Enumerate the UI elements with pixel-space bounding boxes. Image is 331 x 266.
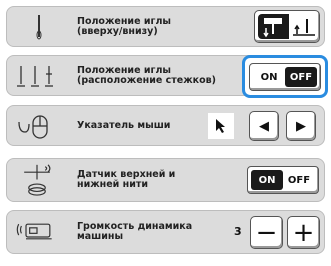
volume-decrease-button[interactable]: − xyxy=(250,216,283,249)
mouse-icon xyxy=(13,110,61,143)
speaker-icon xyxy=(13,215,61,248)
minus-icon: − xyxy=(255,217,278,248)
thread-sensor-toggle[interactable]: ON OFF xyxy=(247,166,319,194)
thread-sensor-label: Датчик верхней и нижней нити xyxy=(77,169,176,190)
volume-increase-button[interactable]: + xyxy=(287,216,320,249)
pointer-next-button[interactable]: ▶ xyxy=(286,111,316,141)
needle-stop-position-icon xyxy=(13,60,61,93)
selection-highlight: ON OFF xyxy=(242,55,328,98)
needle-up-down-button[interactable] xyxy=(254,10,320,43)
needle-position-row: Положение иглы (вверху/внизу) xyxy=(6,6,325,47)
triangle-left-icon: ◀ xyxy=(259,118,269,134)
needle-position-label: Положение иглы (вверху/внизу) xyxy=(77,15,171,37)
needle-up-icon xyxy=(258,14,289,39)
needle-stop-toggle[interactable]: ON OFF xyxy=(249,63,321,91)
needle-stop-position-label: Положение иглы (расположение стежков) xyxy=(77,64,216,86)
needle-stop-off-button[interactable]: OFF xyxy=(285,67,317,87)
cursor-arrow-icon xyxy=(216,119,225,133)
speaker-volume-label: Громкость динамика машины xyxy=(77,221,193,242)
thread-sensor-off-button[interactable]: OFF xyxy=(283,170,315,190)
triangle-right-icon: ▶ xyxy=(296,118,306,134)
settings-panel: Положение иглы (вверху/внизу) Положение … xyxy=(0,0,331,266)
mouse-pointer-label: Указатель мыши xyxy=(77,119,171,131)
needle-down-icon xyxy=(289,11,320,42)
needle-stop-position-row: Положение иглы (расположение стежков) ON… xyxy=(6,55,328,98)
thread-sensor-on-button[interactable]: ON xyxy=(251,170,283,190)
speaker-volume-row: Громкость динамика машины 3 − + xyxy=(6,210,325,254)
volume-value: 3 xyxy=(234,225,242,238)
thread-sensor-icon xyxy=(13,163,61,196)
pointer-prev-button[interactable]: ◀ xyxy=(249,111,279,141)
needle-icon xyxy=(13,11,61,44)
plus-icon: + xyxy=(292,217,315,248)
thread-sensor-row: Датчик верхней и нижней нити ON OFF xyxy=(6,158,325,202)
needle-stop-on-button[interactable]: ON xyxy=(253,67,285,87)
mouse-pointer-row: Указатель мыши ◀ ▶ xyxy=(6,105,325,146)
pointer-preview xyxy=(208,113,234,139)
